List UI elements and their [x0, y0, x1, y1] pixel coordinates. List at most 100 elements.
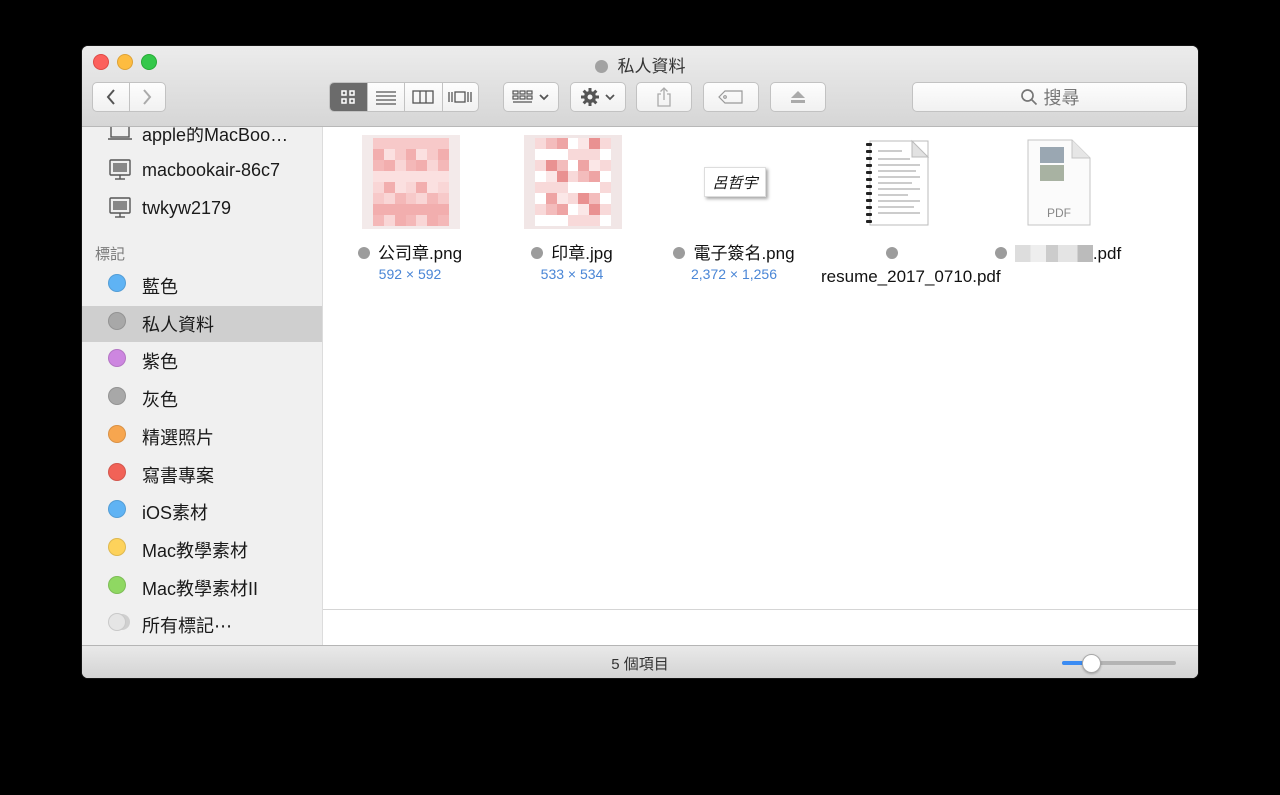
mosaic-cell: [567, 149, 579, 160]
sidebar: apple的MacBoo… macbookair-86c7 twkyw2179 …: [82, 127, 323, 645]
cover-flow-icon: [448, 91, 472, 103]
mosaic-cell: [416, 171, 428, 182]
group-grid-icon: [512, 90, 533, 103]
pdf-thumbnail: PDF: [1010, 135, 1108, 229]
slider-knob[interactable]: [1081, 654, 1101, 673]
sidebar-item-device-2[interactable]: macbookair-86c7: [82, 152, 322, 188]
sidebar-tag-item[interactable]: 藍色: [82, 268, 322, 304]
tag-dot-icon: [994, 247, 1007, 259]
document-thumbnail: [848, 135, 946, 229]
nav-buttons: [92, 82, 166, 112]
cover-flow-button[interactable]: [441, 83, 479, 111]
column-view-button[interactable]: [404, 83, 442, 111]
tag-color-dot-icon: [108, 425, 126, 443]
mosaic-cell: [535, 160, 546, 171]
sidebar-tag-item[interactable]: iOS素材: [82, 494, 322, 530]
mosaic-cell: [438, 193, 449, 204]
status-bar: 5 個項目: [82, 645, 1198, 678]
mosaic-image: [535, 138, 611, 226]
share-button[interactable]: [636, 82, 692, 112]
tag-color-dot-icon: [108, 387, 126, 405]
forward-button[interactable]: [128, 83, 165, 111]
eject-button[interactable]: [770, 82, 826, 112]
file-area: 公司章.png 592 × 592 印章.jpg 533 × 534 呂哲宇 電…: [323, 127, 1198, 609]
tag-label: 紫色: [142, 352, 178, 372]
mosaic-cell: [545, 182, 557, 193]
document-pages-icon: [866, 139, 930, 226]
mosaic-cell: [405, 160, 417, 171]
sidebar-tag-item[interactable]: 灰色: [82, 381, 322, 417]
mosaic-cell: [535, 204, 546, 215]
grid-icon: [341, 90, 355, 104]
mosaic-cell: [600, 138, 611, 149]
sidebar-tag-item[interactable]: 紫色: [82, 343, 322, 379]
sidebar-tag-item[interactable]: 寫書專案: [82, 457, 322, 493]
mosaic-cell: [567, 204, 579, 215]
sidebar-item-device-1[interactable]: apple的MacBoo…: [82, 127, 322, 152]
mosaic-cell: [416, 193, 428, 204]
mosaic-cell: [416, 182, 428, 193]
tag-color-dot-icon: [108, 576, 126, 594]
tag-icon: [718, 90, 743, 104]
mosaic-cell: [427, 160, 439, 171]
mosaic-cell: [438, 160, 449, 171]
list-view-button[interactable]: [366, 83, 405, 111]
mosaic-cell: [578, 138, 590, 149]
view-switcher: [329, 82, 479, 112]
mosaic-cell: [427, 182, 439, 193]
file-name: .pdf: [1092, 244, 1122, 263]
tag-color-dot-icon: [108, 538, 126, 556]
tag-dot-icon: [673, 247, 686, 259]
mosaic-cell: [373, 160, 384, 171]
mosaic-cell: [578, 204, 590, 215]
mosaic-cell: [567, 171, 579, 182]
pixelated-thumbnail: [362, 135, 460, 229]
mosaic-cell: [535, 171, 546, 182]
tag-color-dot-icon: [108, 274, 126, 292]
mosaic-cell: [383, 160, 395, 171]
mosaic-cell: [416, 204, 428, 215]
group-by-button[interactable]: [503, 82, 559, 112]
tag-color-dot-icon: [108, 312, 126, 330]
mosaic-cell: [383, 182, 395, 193]
mosaic-cell: [427, 204, 439, 215]
chevron-down-icon: [539, 94, 549, 101]
file-dimensions: 2,372 × 1,256: [690, 266, 778, 282]
sidebar-tag-item[interactable]: 所有標記⋯: [82, 607, 322, 643]
sidebar-tag-item[interactable]: 私人資料: [82, 306, 322, 342]
mosaic-cell: [556, 215, 568, 226]
search-field[interactable]: 搜尋: [912, 82, 1187, 112]
icon-size-slider[interactable]: [1062, 654, 1176, 673]
mosaic-cell: [405, 149, 417, 160]
search-icon: [1020, 89, 1037, 106]
mosaic-cell: [383, 204, 395, 215]
tag-label: 私人資料: [142, 315, 214, 335]
action-button[interactable]: [570, 82, 626, 112]
edit-tags-button[interactable]: [703, 82, 759, 112]
mosaic-cell: [567, 182, 579, 193]
sidebar-item-device-3[interactable]: twkyw2179: [82, 190, 322, 226]
mosaic-cell: [556, 182, 568, 193]
mosaic-cell: [556, 160, 568, 171]
columns-icon: [412, 90, 434, 104]
icon-view-button[interactable]: [330, 83, 367, 111]
chevron-right-icon: [143, 89, 152, 105]
tag-color-dot-icon: [108, 463, 126, 481]
mosaic-cell: [556, 204, 568, 215]
mosaic-cell: [600, 171, 611, 182]
tag-label: Mac教學素材II: [142, 579, 259, 599]
mosaic-cell: [545, 204, 557, 215]
tag-color-dot-icon: [108, 500, 126, 518]
mosaic-cell: [600, 149, 611, 160]
sidebar-tag-item[interactable]: Mac教學素材: [82, 532, 322, 568]
mosaic-cell: [405, 171, 417, 182]
sidebar-tag-item[interactable]: 精選照片: [82, 419, 322, 455]
mosaic-cell: [438, 182, 449, 193]
tag-label: 灰色: [142, 390, 178, 410]
tag-label: iOS素材: [142, 503, 209, 523]
back-button[interactable]: [93, 83, 129, 111]
mosaic-cell: [427, 215, 439, 226]
mosaic-cell: [578, 149, 590, 160]
file-dimensions: 592 × 592: [378, 266, 442, 282]
sidebar-tag-item[interactable]: Mac教學素材II: [82, 570, 322, 606]
